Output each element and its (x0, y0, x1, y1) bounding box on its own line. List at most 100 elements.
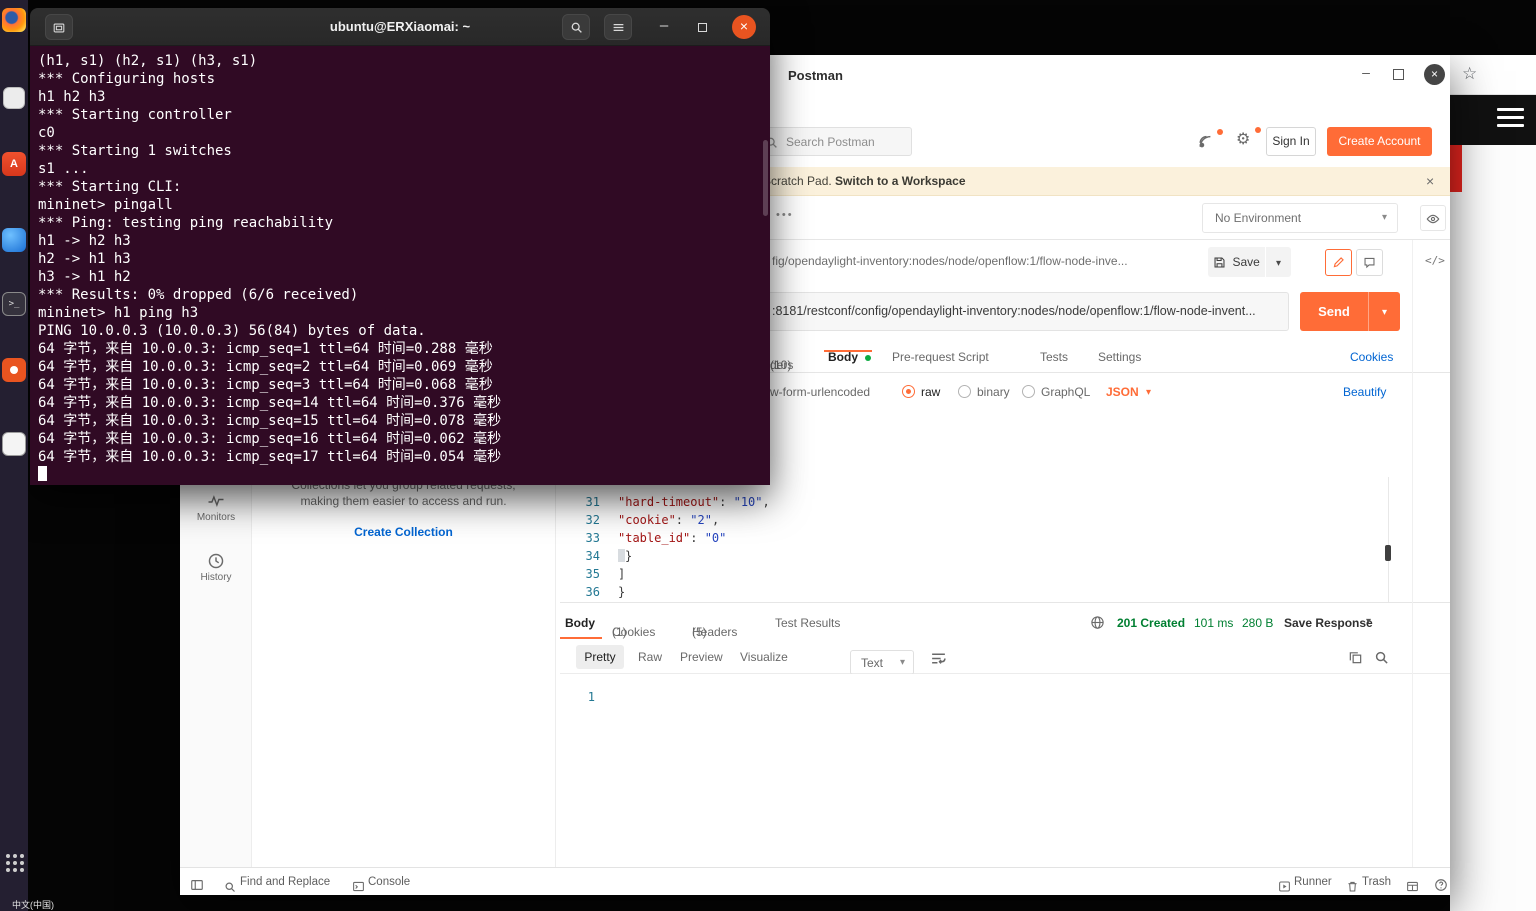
bodytype-binary[interactable]: binary (977, 385, 1010, 399)
save-button[interactable]: Save (1208, 247, 1265, 277)
show-applications-icon[interactable] (6, 854, 10, 858)
dock-terminal-icon[interactable]: >_ (2, 292, 26, 316)
find-and-replace-button[interactable]: Find and Replace (240, 868, 330, 896)
environment-quicklook-button[interactable] (1420, 205, 1446, 231)
create-account-button[interactable]: Create Account (1327, 127, 1432, 156)
save-response-chevron-icon[interactable]: ▾ (1366, 616, 1371, 627)
terminal-window-icon[interactable] (45, 14, 73, 40)
terminal-line: (h1, s1) (h2, s1) (h3, s1) (38, 53, 258, 69)
tab-body[interactable]: Body (828, 350, 858, 364)
editor-line[interactable]: 34 } (560, 547, 1395, 565)
editor-scrollbar-track[interactable] (1388, 477, 1389, 602)
view-pretty[interactable]: Pretty (576, 645, 624, 669)
comment-button[interactable] (1356, 249, 1383, 276)
network-globe-icon[interactable] (1090, 615, 1105, 630)
line-number: 31 (585, 495, 600, 509)
environment-selector[interactable]: No Environment ▾ (1202, 203, 1398, 233)
editor-line[interactable]: 32 "cookie": "2", (560, 511, 1395, 529)
beautify-link[interactable]: Beautify (1343, 385, 1386, 399)
tabs-overflow-icon[interactable]: ••• (776, 209, 794, 221)
runner-button[interactable]: Runner (1294, 868, 1332, 896)
terminal-minimize-button[interactable]: – (652, 14, 676, 40)
settings-gear-icon[interactable]: ⚙ (1236, 127, 1261, 151)
bodytype-graphql[interactable]: GraphQL (1041, 385, 1090, 399)
terminal-search-icon[interactable] (562, 14, 590, 40)
dock-files-icon[interactable] (3, 87, 25, 109)
banner-close-icon[interactable]: × (1426, 173, 1434, 189)
send-dropdown-button[interactable]: ▾ (1368, 292, 1400, 331)
editor-line[interactable]: 33 "table_id": "0" (560, 529, 1395, 547)
cookies-link[interactable]: Cookies (1350, 350, 1393, 364)
sign-in-button[interactable]: Sign In (1266, 127, 1316, 156)
code-text: "cookie": "2", (618, 513, 720, 527)
wrap-text-icon[interactable] (930, 650, 947, 667)
sidebar-item-history[interactable]: History (180, 572, 252, 583)
bodytype-urlencoded[interactable]: w-form-urlencoded (770, 385, 870, 399)
line-number: 33 (585, 531, 600, 545)
editor-line[interactable]: 31 "hard-timeout": "10", (560, 493, 1395, 511)
create-collection-link[interactable]: Create Collection (252, 525, 555, 539)
help-icon[interactable] (1434, 875, 1448, 903)
response-tab-test-results[interactable]: Test Results (775, 616, 840, 630)
editor-line[interactable]: 35] (560, 565, 1395, 583)
terminal-menu-icon[interactable] (604, 14, 632, 40)
code-text: "table_id": "0" (618, 531, 727, 545)
response-body-panel[interactable]: 1 (560, 674, 1450, 867)
tab-prerequest-script[interactable]: Pre-request Script (892, 350, 989, 364)
code-text: } (618, 547, 632, 565)
editor-scrollbar-thumb[interactable] (1385, 545, 1391, 561)
view-raw[interactable]: Raw (638, 650, 662, 664)
dock-office-icon[interactable]: A (2, 152, 26, 176)
response-tab-body[interactable]: Body (565, 616, 595, 630)
search-response-icon[interactable] (1374, 650, 1389, 665)
terminal-scrollbar-thumb[interactable] (763, 140, 768, 216)
terminal-line: *** Starting controller (38, 107, 232, 123)
view-visualize[interactable]: Visualize (740, 650, 788, 664)
monitors-icon[interactable] (207, 492, 225, 510)
response-language-selector[interactable]: Text ▾ (850, 650, 914, 675)
send-button[interactable]: Send (1300, 292, 1368, 331)
code-snippet-icon[interactable]: </> (1425, 254, 1445, 267)
sidebar-toggle-icon[interactable] (190, 875, 204, 903)
environment-value: No Environment (1215, 211, 1302, 225)
minimize-button[interactable]: – (1356, 63, 1376, 83)
terminal-line: c0 (38, 125, 55, 141)
copy-icon[interactable] (1348, 650, 1363, 665)
terminal-close-button[interactable]: × (732, 15, 756, 39)
dock-firefox-icon[interactable] (2, 8, 26, 32)
terminal-maximize-button[interactable] (690, 14, 714, 40)
format-selector[interactable]: JSON (1106, 385, 1139, 399)
close-button[interactable]: × (1424, 64, 1445, 85)
radio-raw[interactable] (902, 385, 915, 398)
bookmark-star-icon[interactable]: ☆ (1462, 64, 1477, 84)
ime-indicator[interactable]: 中文(中国) (12, 898, 54, 911)
tab-tests[interactable]: Tests (1040, 350, 1068, 364)
switch-workspace-link[interactable]: Switch to a Workspace (835, 174, 965, 188)
right-rail-divider (1412, 240, 1413, 867)
save-dropdown-button[interactable]: ▾ (1266, 247, 1291, 277)
capture-requests-icon[interactable] (1198, 129, 1223, 153)
tab-settings[interactable]: Settings (1098, 350, 1141, 364)
terminal-titlebar[interactable]: ubuntu@ERXiaomai: ~ – × (30, 8, 770, 46)
history-clock-icon[interactable] (207, 552, 225, 570)
format-chevron-icon[interactable]: ▾ (1146, 387, 1151, 398)
editor-line[interactable]: 36} (560, 583, 1395, 601)
save-response-button[interactable]: Save Response (1284, 616, 1373, 630)
terminal-line: PING 10.0.0.3 (10.0.0.3) 56(84) bytes of… (38, 323, 426, 339)
radio-binary[interactable] (958, 385, 971, 398)
dock-app-icon[interactable] (2, 432, 26, 456)
view-preview[interactable]: Preview (680, 650, 723, 664)
search-input[interactable]: Search Postman (755, 127, 912, 156)
dock-ubuntu-icon[interactable] (2, 358, 26, 382)
panes-icon[interactable] (1406, 876, 1419, 904)
terminal-output[interactable]: (h1, s1) (h2, s1) (h3, s1) *** Configurin… (30, 46, 770, 485)
console-button[interactable]: Console (368, 868, 410, 896)
bodytype-raw[interactable]: raw (921, 385, 940, 399)
dock-chat-icon[interactable] (2, 228, 26, 252)
trash-button[interactable]: Trash (1362, 868, 1391, 896)
maximize-button[interactable] (1393, 69, 1404, 80)
radio-graphql[interactable] (1022, 385, 1035, 398)
terminal-line: h2 -> h1 h3 (38, 251, 131, 267)
sidebar-item-monitors[interactable]: Monitors (180, 512, 252, 523)
edit-request-button[interactable] (1325, 249, 1352, 276)
